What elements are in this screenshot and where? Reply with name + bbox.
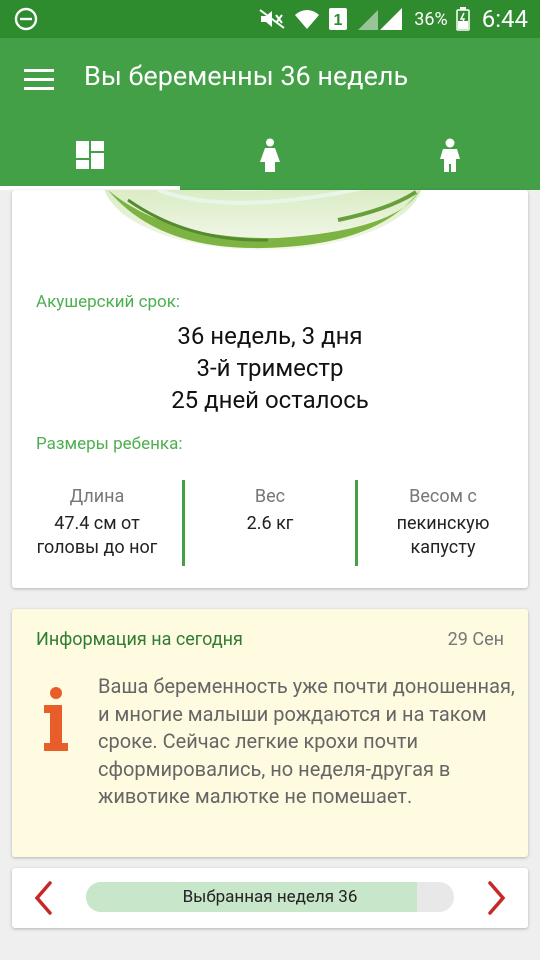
trimester: 3-й триместр bbox=[196, 354, 344, 382]
chevron-left-icon[interactable] bbox=[32, 880, 56, 916]
week-progress-bar[interactable]: Выбранная неделя 36 bbox=[86, 882, 454, 912]
info-text: Ваша беременность уже почти доношенная, … bbox=[98, 674, 515, 808]
daily-info-card: Информация на сегодня 29 Сен Ваша береме… bbox=[12, 609, 528, 857]
week-selector: Выбранная неделя 36 bbox=[12, 868, 528, 928]
tab-bar bbox=[0, 120, 540, 190]
mute-icon bbox=[258, 8, 286, 30]
term-weeks: 36 недель, 3 дня bbox=[177, 322, 363, 350]
size-title: Длина bbox=[69, 486, 125, 507]
hamburger-menu-icon[interactable] bbox=[24, 64, 60, 94]
sim-icon: 1 bbox=[328, 7, 348, 31]
do-not-disturb-icon bbox=[14, 7, 38, 31]
days-left: 25 дней осталось bbox=[171, 386, 369, 414]
battery-icon bbox=[455, 7, 470, 31]
svg-text:1: 1 bbox=[334, 12, 343, 29]
cabbage-image bbox=[104, 190, 422, 250]
child-icon bbox=[437, 138, 463, 172]
clock: 6:44 bbox=[481, 5, 528, 33]
size-value: 47.4 см от головы до ног bbox=[36, 513, 158, 558]
wifi-icon bbox=[294, 7, 320, 31]
size-weight: Вес 2.6 кг bbox=[182, 480, 355, 566]
tab-dashboard[interactable] bbox=[0, 120, 180, 190]
woman-icon bbox=[257, 138, 283, 172]
info-icon bbox=[44, 687, 68, 751]
chevron-right-icon[interactable] bbox=[484, 880, 508, 916]
selected-week-label: Выбранная неделя 36 bbox=[182, 887, 358, 907]
size-length: Длина 47.4 см от головы до ног bbox=[12, 480, 182, 566]
baby-sizes: Длина 47.4 см от головы до ног Вес 2.6 к… bbox=[12, 480, 528, 566]
term-label: Акушерский срок: bbox=[36, 292, 181, 312]
info-date: 29 Сен bbox=[447, 629, 504, 650]
size-title: Вес bbox=[254, 486, 286, 507]
size-compare: Весом с пекинскую капусту bbox=[355, 480, 528, 566]
size-value: 2.6 кг bbox=[246, 513, 294, 534]
size-value: пекинскую капусту bbox=[396, 513, 490, 558]
page-title: Вы беременны 36 недель bbox=[84, 60, 409, 92]
sizes-label: Размеры ребенка: bbox=[36, 434, 183, 454]
term-info: 36 недель, 3 дня 3-й триместр 25 дней ос… bbox=[12, 320, 528, 416]
size-title: Весом с bbox=[409, 486, 477, 507]
status-bar: 1 36% 6:44 bbox=[0, 0, 540, 38]
app-bar: Вы беременны 36 недель bbox=[0, 38, 540, 120]
dashboard-icon bbox=[75, 140, 105, 170]
info-title: Информация на сегодня bbox=[36, 629, 243, 650]
tab-mother[interactable] bbox=[180, 120, 360, 190]
pregnancy-summary-card: Акушерский срок: 36 недель, 3 дня 3-й тр… bbox=[12, 190, 528, 588]
battery-percent: 36% bbox=[414, 8, 448, 30]
tab-child[interactable] bbox=[360, 120, 540, 190]
signal-icon bbox=[356, 6, 406, 32]
